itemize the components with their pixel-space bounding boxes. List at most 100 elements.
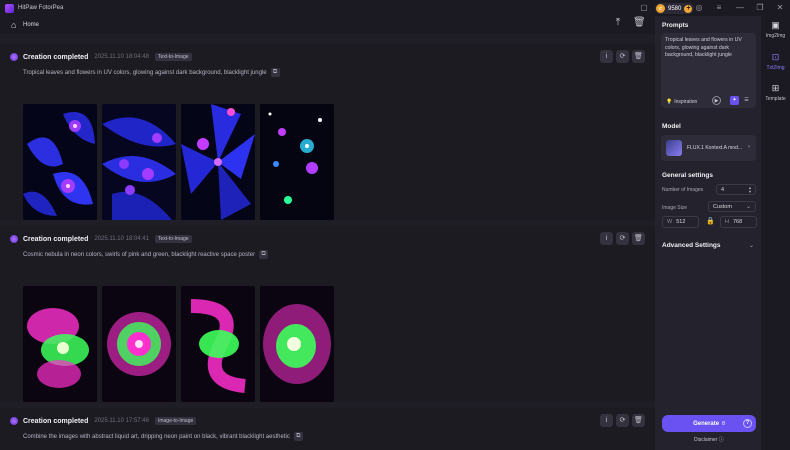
copy-prompt-icon[interactable]: ⧉ bbox=[259, 250, 269, 259]
minimize-icon[interactable]: — bbox=[735, 3, 745, 13]
info-button[interactable]: i bbox=[600, 50, 613, 63]
generated-image[interactable] bbox=[23, 286, 97, 402]
avatar bbox=[10, 235, 18, 243]
rail-item-txt2img[interactable]: ⊡ Txt2Img bbox=[761, 52, 790, 71]
image-size-label: Image Size bbox=[662, 205, 688, 211]
regenerate-button[interactable]: ⟳ bbox=[616, 414, 629, 427]
generated-image[interactable] bbox=[181, 286, 255, 402]
app-title: HitPaw FotorPea bbox=[18, 5, 64, 11]
generated-image[interactable] bbox=[23, 104, 97, 220]
generated-image[interactable] bbox=[260, 286, 334, 402]
text-image-icon: ⊡ bbox=[771, 52, 780, 62]
rail-item-template[interactable]: ⊞ Template bbox=[761, 83, 790, 102]
chevron-down-icon[interactable]: ⌄ bbox=[749, 242, 754, 249]
avatar bbox=[10, 417, 18, 425]
creation-card: Creation completed 2025.11.10 18:04:48 T… bbox=[0, 44, 655, 220]
inspiration-button[interactable]: 💡 Inspiration bbox=[666, 99, 697, 105]
prompt-input[interactable]: Tropical leaves and flowers in UV colors… bbox=[661, 33, 756, 108]
coin-icon: c bbox=[656, 4, 665, 13]
model-select[interactable]: FLUX.1 Kontext.A mod... › bbox=[661, 135, 756, 161]
card-title: Creation completed bbox=[23, 53, 89, 61]
disclaimer-label: Disclaimer bbox=[694, 437, 718, 443]
rail-label: Img2Img bbox=[765, 33, 786, 39]
home-icon[interactable]: ⌂ bbox=[11, 20, 20, 30]
creation-feed[interactable]: Creation completed 2025.11.10 18:04:48 T… bbox=[0, 34, 655, 450]
delete-button[interactable]: 🗑 bbox=[632, 50, 645, 63]
rail-label: Txt2Img bbox=[766, 65, 785, 71]
generated-image[interactable] bbox=[260, 104, 334, 220]
inspiration-label: Inspiration bbox=[674, 99, 698, 105]
user-icon[interactable]: ◎ bbox=[694, 3, 704, 13]
disclaimer-link[interactable]: Disclaimer ⓘ bbox=[694, 436, 724, 443]
generate-label: Generate bbox=[693, 420, 720, 427]
stepper-icon[interactable]: ▲ ▼ bbox=[748, 186, 752, 194]
generated-image[interactable] bbox=[181, 104, 255, 220]
chat-icon[interactable]: ▢ bbox=[639, 3, 649, 13]
creation-card: Creation completed 2025.11.10 17:57:46 I… bbox=[0, 408, 655, 450]
card-time: 2025.11.10 18:04:41 bbox=[94, 236, 149, 242]
generated-image[interactable] bbox=[102, 286, 176, 402]
delete-button[interactable]: 🗑 bbox=[632, 232, 645, 245]
trash-all-icon[interactable]: 🗑 bbox=[633, 17, 646, 29]
avatar bbox=[10, 53, 18, 61]
regenerate-button[interactable]: ⟳ bbox=[616, 232, 629, 245]
magic-icon[interactable]: ✦ bbox=[730, 96, 739, 105]
info-icon: ⓘ bbox=[718, 437, 724, 443]
image-icon: ▣ bbox=[771, 20, 780, 30]
app-logo-icon bbox=[5, 3, 14, 13]
width-value: 512 bbox=[676, 219, 686, 225]
model-title: Model bbox=[662, 123, 681, 130]
lock-icon[interactable]: 🔒 bbox=[706, 217, 715, 225]
model-thumbnail bbox=[666, 140, 682, 156]
credit-value: 9580 bbox=[668, 5, 682, 12]
prompts-title: Prompts bbox=[662, 22, 689, 29]
rail-item-img2img[interactable]: ▣ Img2Img bbox=[761, 20, 790, 39]
card-title: Creation completed bbox=[23, 417, 89, 425]
help-icon[interactable]: ? bbox=[743, 419, 752, 428]
card-prompt: Combine the images with abstract liquid … bbox=[23, 433, 290, 440]
scroll-top-icon[interactable]: ⤒ bbox=[612, 17, 624, 29]
image-size-select[interactable]: Custom ⌄ bbox=[708, 201, 756, 212]
generate-cost: 8 bbox=[722, 420, 725, 427]
play-icon[interactable]: ▶ bbox=[712, 96, 721, 105]
copy-prompt-icon[interactable]: ⧉ bbox=[270, 68, 280, 77]
delete-button[interactable]: 🗑 bbox=[632, 414, 645, 427]
close-icon[interactable]: ✕ bbox=[775, 3, 785, 13]
home-link[interactable]: Home bbox=[23, 22, 39, 28]
height-label: H bbox=[725, 219, 729, 225]
list-icon[interactable]: ☰ bbox=[742, 96, 751, 105]
rail-label: Template bbox=[765, 96, 786, 102]
template-icon: ⊞ bbox=[771, 83, 780, 93]
height-input[interactable]: H 768 bbox=[720, 216, 757, 228]
card-time: 2025.11.10 17:57:46 bbox=[94, 418, 149, 424]
copy-prompt-icon[interactable]: ⧉ bbox=[293, 432, 303, 441]
regenerate-button[interactable]: ⟳ bbox=[616, 50, 629, 63]
home-bar: ⌂ Home bbox=[0, 16, 655, 34]
width-input[interactable]: W 512 bbox=[662, 216, 699, 228]
general-settings-title: General settings bbox=[662, 172, 713, 179]
lightbulb-icon: 💡 bbox=[666, 99, 673, 105]
advanced-settings[interactable]: Advanced Settings bbox=[662, 242, 721, 249]
image-size-value: Custom bbox=[713, 203, 732, 210]
num-images-value: 4 bbox=[721, 186, 725, 193]
generate-button[interactable]: Generate 8 ? bbox=[662, 415, 756, 432]
model-name: FLUX.1 Kontext.A mod... bbox=[687, 145, 743, 151]
info-button[interactable]: i bbox=[600, 414, 613, 427]
mode-badge: Image-to-Image bbox=[154, 417, 197, 425]
maximize-icon[interactable]: ❐ bbox=[755, 3, 765, 13]
card-time: 2025.11.10 18:04:48 bbox=[94, 54, 149, 60]
info-button[interactable]: i bbox=[600, 232, 613, 245]
height-value: 768 bbox=[732, 219, 743, 225]
card-prompt: Tropical leaves and flowers in UV colors… bbox=[23, 69, 267, 76]
mode-badge: Text-to-Image bbox=[154, 235, 192, 243]
generated-image[interactable] bbox=[102, 104, 176, 220]
menu-icon[interactable]: ≡ bbox=[714, 3, 724, 13]
add-credits-icon[interactable]: + bbox=[684, 4, 693, 13]
chevron-right-icon: › bbox=[748, 144, 750, 150]
mode-rail: ▣ Img2Img ⊡ Txt2Img ⊞ Template bbox=[761, 16, 790, 450]
num-images-label: Number of Images bbox=[662, 187, 704, 193]
num-images-stepper[interactable]: 4 ▲ ▼ bbox=[716, 184, 756, 195]
card-title: Creation completed bbox=[23, 235, 89, 243]
prompt-value[interactable]: Tropical leaves and flowers in UV colors… bbox=[665, 37, 749, 60]
credits-badge[interactable]: c 9580 + bbox=[655, 3, 695, 14]
